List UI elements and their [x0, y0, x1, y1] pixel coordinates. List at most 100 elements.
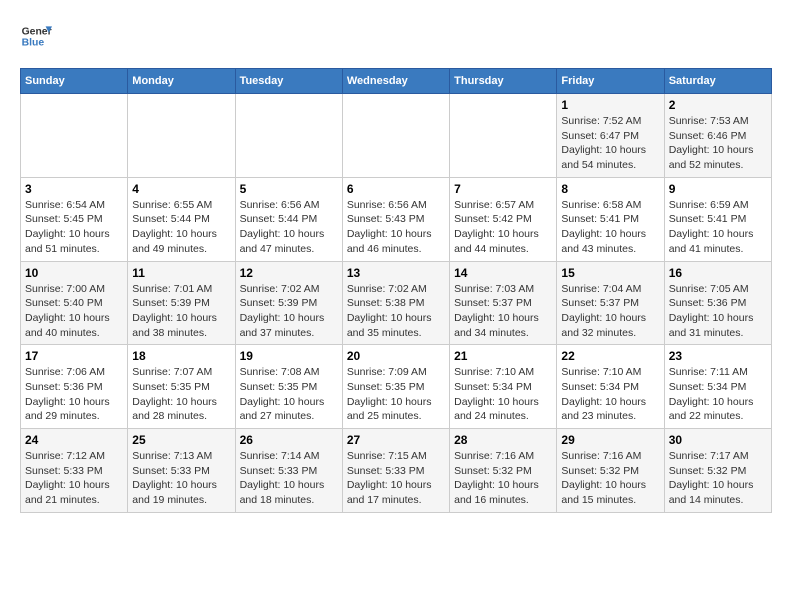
calendar-cell: 2 Sunrise: 7:53 AM Sunset: 6:46 PM Daylig…	[664, 94, 771, 178]
calendar-cell: 19Sunrise: 7:08 AM Sunset: 5:35 PM Dayli…	[235, 345, 342, 429]
day-info: Sunrise: 7:11 AM Sunset: 5:34 PM Dayligh…	[669, 365, 767, 424]
day-info: Sunrise: 7:12 AM Sunset: 5:33 PM Dayligh…	[25, 449, 123, 508]
calendar-week-row: 1Sunrise: 7:52 AM Sunset: 6:47 PM Daylig…	[21, 94, 772, 178]
calendar-week-row: 17 Sunrise: 7:06 AM Sunset: 5:36 PM Dayli…	[21, 345, 772, 429]
day-info: Sunrise: 7:52 AM Sunset: 6:47 PM Dayligh…	[561, 114, 659, 173]
day-info: Sunrise: 7:01 AM Sunset: 5:39 PM Dayligh…	[132, 282, 230, 341]
day-number: 5	[240, 182, 338, 196]
day-info: Sunrise: 7:09 AM Sunset: 5:35 PM Dayligh…	[347, 365, 445, 424]
day-info: Sunrise: 7:02 AM Sunset: 5:38 PM Dayligh…	[347, 282, 445, 341]
day-number: 23	[669, 349, 767, 363]
day-number: 3	[25, 182, 123, 196]
calendar-cell: 7Sunrise: 6:57 AM Sunset: 5:42 PM Daylig…	[450, 177, 557, 261]
calendar-cell: 22 Sunrise: 7:10 AM Sunset: 5:34 PM Dayli…	[557, 345, 664, 429]
day-info: Sunrise: 7:16 AM Sunset: 5:32 PM Dayligh…	[561, 449, 659, 508]
calendar-cell: 30 Sunrise: 7:17 AM Sunset: 5:32 PM Dayli…	[664, 429, 771, 513]
calendar-week-row: 24 Sunrise: 7:12 AM Sunset: 5:33 PM Dayli…	[21, 429, 772, 513]
weekday-header: Wednesday	[342, 69, 449, 94]
day-info: Sunrise: 6:54 AM Sunset: 5:45 PM Dayligh…	[25, 198, 123, 257]
calendar-cell: 28 Sunrise: 7:16 AM Sunset: 5:32 PM Dayli…	[450, 429, 557, 513]
calendar-cell	[342, 94, 449, 178]
calendar-table: SundayMondayTuesdayWednesdayThursdayFrid…	[20, 68, 772, 513]
day-number: 14	[454, 266, 552, 280]
day-info: Sunrise: 7:02 AM Sunset: 5:39 PM Dayligh…	[240, 282, 338, 341]
day-info: Sunrise: 6:58 AM Sunset: 5:41 PM Dayligh…	[561, 198, 659, 257]
day-number: 10	[25, 266, 123, 280]
day-info: Sunrise: 7:10 AM Sunset: 5:34 PM Dayligh…	[454, 365, 552, 424]
day-info: Sunrise: 7:10 AM Sunset: 5:34 PM Dayligh…	[561, 365, 659, 424]
day-info: Sunrise: 7:05 AM Sunset: 5:36 PM Dayligh…	[669, 282, 767, 341]
calendar-cell: 14 Sunrise: 7:03 AM Sunset: 5:37 PM Dayli…	[450, 261, 557, 345]
day-number: 29	[561, 433, 659, 447]
day-info: Sunrise: 6:56 AM Sunset: 5:43 PM Dayligh…	[347, 198, 445, 257]
day-number: 17	[25, 349, 123, 363]
day-number: 12	[240, 266, 338, 280]
day-info: Sunrise: 7:16 AM Sunset: 5:32 PM Dayligh…	[454, 449, 552, 508]
day-info: Sunrise: 7:15 AM Sunset: 5:33 PM Dayligh…	[347, 449, 445, 508]
calendar-cell	[450, 94, 557, 178]
day-info: Sunrise: 7:04 AM Sunset: 5:37 PM Dayligh…	[561, 282, 659, 341]
calendar-cell: 20 Sunrise: 7:09 AM Sunset: 5:35 PM Dayli…	[342, 345, 449, 429]
calendar-cell: 21 Sunrise: 7:10 AM Sunset: 5:34 PM Dayli…	[450, 345, 557, 429]
calendar-cell: 8 Sunrise: 6:58 AM Sunset: 5:41 PM Daylig…	[557, 177, 664, 261]
day-info: Sunrise: 6:56 AM Sunset: 5:44 PM Dayligh…	[240, 198, 338, 257]
day-number: 18	[132, 349, 230, 363]
calendar-cell: 16Sunrise: 7:05 AM Sunset: 5:36 PM Dayli…	[664, 261, 771, 345]
logo-icon: General Blue	[20, 20, 52, 52]
weekday-header: Thursday	[450, 69, 557, 94]
calendar-cell	[235, 94, 342, 178]
weekday-header: Friday	[557, 69, 664, 94]
calendar-cell: 24 Sunrise: 7:12 AM Sunset: 5:33 PM Dayli…	[21, 429, 128, 513]
day-number: 11	[132, 266, 230, 280]
day-number: 27	[347, 433, 445, 447]
day-number: 30	[669, 433, 767, 447]
day-number: 4	[132, 182, 230, 196]
weekday-header: Sunday	[21, 69, 128, 94]
calendar-cell: 15 Sunrise: 7:04 AM Sunset: 5:37 PM Dayli…	[557, 261, 664, 345]
day-number: 9	[669, 182, 767, 196]
calendar-cell: 13 Sunrise: 7:02 AM Sunset: 5:38 PM Dayli…	[342, 261, 449, 345]
calendar-cell: 12 Sunrise: 7:02 AM Sunset: 5:39 PM Dayli…	[235, 261, 342, 345]
calendar-body: 1Sunrise: 7:52 AM Sunset: 6:47 PM Daylig…	[21, 94, 772, 513]
calendar-cell: 26Sunrise: 7:14 AM Sunset: 5:33 PM Dayli…	[235, 429, 342, 513]
day-info: Sunrise: 7:06 AM Sunset: 5:36 PM Dayligh…	[25, 365, 123, 424]
day-info: Sunrise: 7:03 AM Sunset: 5:37 PM Dayligh…	[454, 282, 552, 341]
logo: General Blue	[20, 20, 52, 52]
calendar-week-row: 10Sunrise: 7:00 AM Sunset: 5:40 PM Dayli…	[21, 261, 772, 345]
calendar-cell: 3 Sunrise: 6:54 AM Sunset: 5:45 PM Daylig…	[21, 177, 128, 261]
calendar-week-row: 3 Sunrise: 6:54 AM Sunset: 5:45 PM Daylig…	[21, 177, 772, 261]
calendar-cell: 9Sunrise: 6:59 AM Sunset: 5:41 PM Daylig…	[664, 177, 771, 261]
calendar-cell: 4Sunrise: 6:55 AM Sunset: 5:44 PM Daylig…	[128, 177, 235, 261]
calendar-cell: 17 Sunrise: 7:06 AM Sunset: 5:36 PM Dayli…	[21, 345, 128, 429]
calendar-cell: 10Sunrise: 7:00 AM Sunset: 5:40 PM Dayli…	[21, 261, 128, 345]
svg-text:Blue: Blue	[22, 38, 45, 49]
day-number: 24	[25, 433, 123, 447]
calendar-cell: 23 Sunrise: 7:11 AM Sunset: 5:34 PM Dayli…	[664, 345, 771, 429]
calendar-cell: 1Sunrise: 7:52 AM Sunset: 6:47 PM Daylig…	[557, 94, 664, 178]
calendar-header: SundayMondayTuesdayWednesdayThursdayFrid…	[21, 69, 772, 94]
day-number: 20	[347, 349, 445, 363]
calendar-cell: 25Sunrise: 7:13 AM Sunset: 5:33 PM Dayli…	[128, 429, 235, 513]
day-number: 2	[669, 98, 767, 112]
day-info: Sunrise: 6:57 AM Sunset: 5:42 PM Dayligh…	[454, 198, 552, 257]
weekday-header: Saturday	[664, 69, 771, 94]
day-number: 22	[561, 349, 659, 363]
day-number: 19	[240, 349, 338, 363]
day-number: 21	[454, 349, 552, 363]
day-number: 8	[561, 182, 659, 196]
calendar-cell: 5 Sunrise: 6:56 AM Sunset: 5:44 PM Daylig…	[235, 177, 342, 261]
header-row: SundayMondayTuesdayWednesdayThursdayFrid…	[21, 69, 772, 94]
day-info: Sunrise: 7:53 AM Sunset: 6:46 PM Dayligh…	[669, 114, 767, 173]
day-info: Sunrise: 7:13 AM Sunset: 5:33 PM Dayligh…	[132, 449, 230, 508]
day-number: 15	[561, 266, 659, 280]
calendar-cell: 27 Sunrise: 7:15 AM Sunset: 5:33 PM Dayli…	[342, 429, 449, 513]
day-number: 28	[454, 433, 552, 447]
day-info: Sunrise: 7:17 AM Sunset: 5:32 PM Dayligh…	[669, 449, 767, 508]
day-number: 13	[347, 266, 445, 280]
calendar-cell	[21, 94, 128, 178]
day-number: 26	[240, 433, 338, 447]
calendar-cell: 18Sunrise: 7:07 AM Sunset: 5:35 PM Dayli…	[128, 345, 235, 429]
page-header: General Blue	[20, 20, 772, 52]
weekday-header: Monday	[128, 69, 235, 94]
calendar-cell: 6Sunrise: 6:56 AM Sunset: 5:43 PM Daylig…	[342, 177, 449, 261]
